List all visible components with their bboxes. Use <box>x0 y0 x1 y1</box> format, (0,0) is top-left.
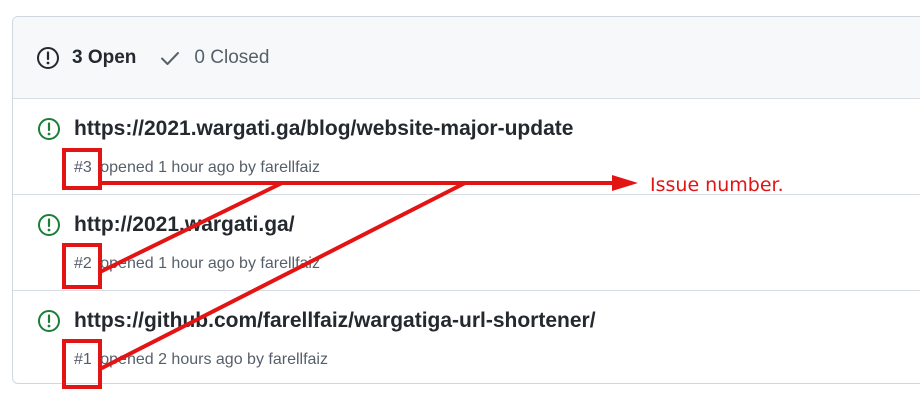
issue-row[interactable]: https://github.com/farellfaiz/wargatiga-… <box>13 291 920 383</box>
issue-title-link[interactable]: http://2021.wargati.ga/ <box>74 213 295 237</box>
screenshot-frame: 3 Open 0 Closed https://2021.wargati.ga/… <box>0 0 920 411</box>
issue-opened-text: opened 2 hours ago by <box>100 351 264 368</box>
issues-filter-header: 3 Open 0 Closed <box>13 17 920 99</box>
issue-opened-text: opened 1 hour ago by <box>100 159 256 176</box>
issues-list-box: 3 Open 0 Closed https://2021.wargati.ga/… <box>12 16 920 384</box>
check-icon <box>158 46 182 70</box>
issue-number: #3 <box>74 159 92 176</box>
issue-open-status-icon <box>37 213 61 237</box>
issue-title-link[interactable]: https://2021.wargati.ga/blog/website-maj… <box>74 117 573 141</box>
closed-issues-tab[interactable]: 0 Closed <box>158 46 269 70</box>
issue-row[interactable]: https://2021.wargati.ga/blog/website-maj… <box>13 99 920 195</box>
open-issues-tab[interactable]: 3 Open <box>36 46 136 70</box>
issue-author-link[interactable]: farellfaiz <box>260 159 320 176</box>
issue-row[interactable]: http://2021.wargati.ga/ #2 opened 1 hour… <box>13 195 920 291</box>
issue-title-link[interactable]: https://github.com/farellfaiz/wargatiga-… <box>74 309 596 333</box>
issue-open-status-icon <box>37 117 61 141</box>
annotation-label: Issue number. <box>650 174 784 196</box>
issue-author-link[interactable]: farellfaiz <box>268 351 328 368</box>
open-issues-label: 3 Open <box>72 46 137 68</box>
issue-meta: #2 opened 1 hour ago by farellfaiz <box>74 255 320 273</box>
issue-open-status-icon <box>37 309 61 333</box>
closed-issues-label: 0 Closed <box>194 46 270 68</box>
issue-opened-icon <box>36 46 60 70</box>
issue-number: #1 <box>74 351 92 368</box>
issue-meta: #1 opened 2 hours ago by farellfaiz <box>74 351 328 369</box>
issue-meta: #3 opened 1 hour ago by farellfaiz <box>74 159 320 177</box>
issue-author-link[interactable]: farellfaiz <box>260 255 320 272</box>
issue-number: #2 <box>74 255 92 272</box>
issue-opened-text: opened 1 hour ago by <box>100 255 256 272</box>
